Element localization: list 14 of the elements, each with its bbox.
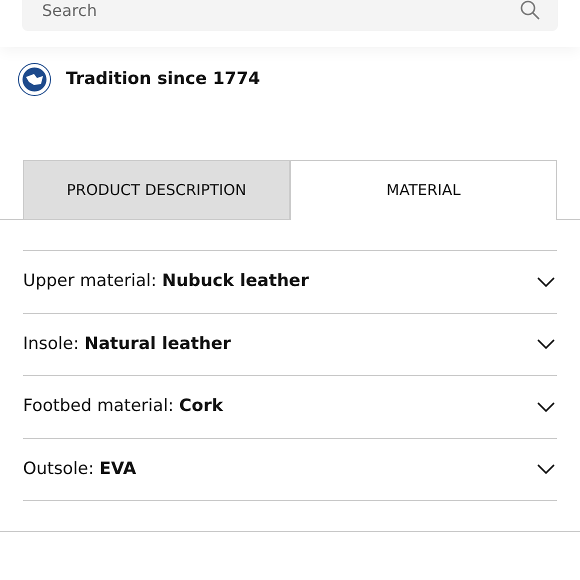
accordion-item[interactable]: Footbed material: Cork	[23, 376, 557, 438]
logo-icon	[18, 63, 51, 96]
tagline: Tradition since 1774	[66, 68, 260, 91]
tab[interactable]: MATERIAL	[290, 160, 557, 220]
material-label: Upper material: Nubuck leather	[23, 270, 309, 293]
accordion-item[interactable]: Outsole: EVA	[23, 438, 557, 501]
search-icon[interactable]	[520, 0, 540, 20]
accordion-item[interactable]: Upper material: Nubuck leather	[23, 251, 557, 314]
accordion-item[interactable]: Insole: Natural leather	[23, 314, 557, 376]
tab[interactable]: PRODUCT DESCRIPTION	[23, 160, 290, 220]
material-label: Outsole: EVA	[23, 458, 136, 480]
material-label: Insole: Natural leather	[23, 332, 231, 356]
material-label: Footbed material: Cork	[23, 395, 224, 418]
search-field[interactable]: Search	[22, 0, 558, 31]
